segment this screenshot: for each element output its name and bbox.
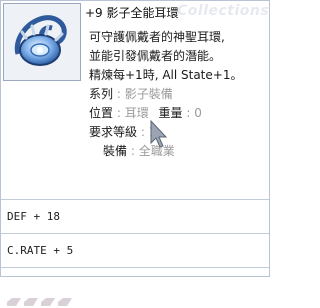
empty-slot-icon [7, 298, 21, 306]
position-value: : 耳環 [116, 106, 149, 120]
series-value: : 影子裝備 [116, 87, 173, 101]
equip-row: 裝備 : 全職業 [89, 142, 267, 161]
item-description: 可守護佩戴者的神聖耳環, 並能引發佩戴者的潛能。 精煉每+1時, All Sta… [89, 28, 267, 161]
card-slots [7, 298, 72, 306]
slot-area [1, 268, 269, 308]
mouse-cursor-icon [150, 119, 168, 148]
watermark-text: Collections [177, 3, 270, 19]
item-info-section: Collections +9 影子全能耳環 可守護佩戴者的神聖耳環, 並能引發佩… [1, 1, 269, 199]
equip-label: 裝備 [103, 144, 128, 158]
item-tooltip: Collections +9 影子全能耳環 可守護佩戴者的神聖耳環, 並能引發佩… [0, 0, 270, 306]
weight-value: : 0 [186, 106, 202, 120]
item-icon-frame [3, 3, 81, 81]
empty-slot-icon [24, 298, 38, 306]
item-effect: 精煉每+1時, All State+1。 [89, 68, 243, 82]
level-label: 要求等級 [89, 125, 138, 139]
empty-slot-icon [41, 298, 55, 306]
level-row: 要求等級 : 1 [89, 123, 267, 142]
def-stat-panel: DEF + 18 [7, 210, 60, 223]
crate-stat-panel: C.RATE + 5 [7, 244, 74, 257]
weight-label: 重量 [158, 106, 183, 120]
description-line: 可守護佩戴者的神聖耳環, [89, 30, 225, 44]
empty-slot-icon [58, 298, 72, 306]
position-row: 位置 : 耳環 重量 : 0 [89, 104, 267, 123]
shadow-earring-icon [14, 15, 67, 66]
item-title: +9 影子全能耳環 [85, 6, 179, 20]
series-row: 系列 : 影子裝備 [89, 85, 267, 104]
position-label: 位置 [89, 106, 114, 120]
series-label: 系列 [89, 87, 114, 101]
description-line: 並能引發佩戴者的潛能。 [89, 49, 222, 63]
